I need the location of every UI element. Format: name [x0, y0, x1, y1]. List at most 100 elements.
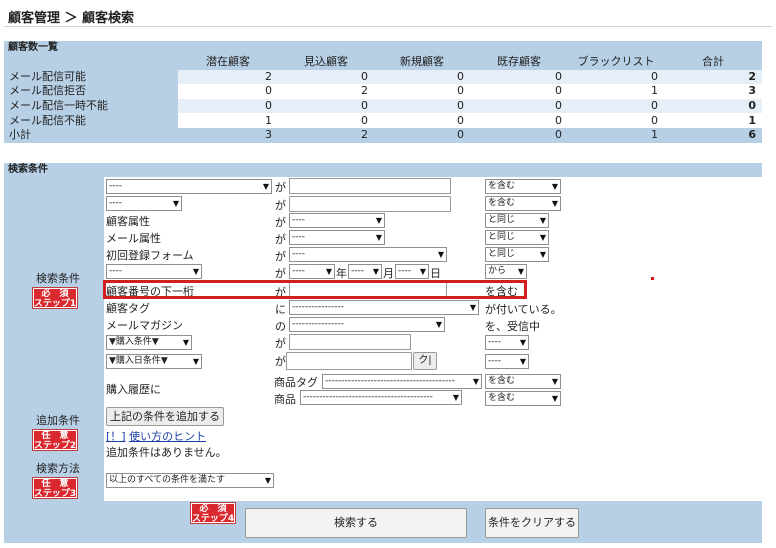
registration-form-select[interactable]: ---- ▼: [289, 247, 447, 262]
field-select-1[interactable]: ---- ▼: [106, 179, 272, 194]
table-row: メール配信一時不能 0 0 0 0 0 0: [4, 98, 762, 114]
search-button[interactable]: 検索する: [245, 508, 467, 538]
calendar-button[interactable]: ク|: [413, 352, 437, 370]
particle-ni: に: [275, 303, 286, 316]
dropdown-arrow-icon: ▼: [539, 233, 546, 242]
dropdown-arrow-icon: ▼: [182, 338, 189, 347]
mail-attribute-label: メール属性: [106, 232, 161, 245]
no-additional-conditions-text: 追加条件はありません。: [106, 446, 227, 459]
table-cell: 0: [568, 98, 664, 114]
table-cell-total: 2: [664, 69, 762, 85]
search-text-input-1[interactable]: [289, 178, 451, 194]
step3-optional-badge: 任 意 ステップ3: [32, 477, 78, 499]
step2-optional-badge: 任 意 ステップ2: [32, 429, 78, 451]
purchase-condition-operator-select[interactable]: ---- ▼: [485, 335, 529, 350]
table-header-row: 潜在顧客 見込顧客 新規顧客 既存顧客 ブラックリスト 合計: [4, 55, 762, 70]
row-label: メール配信可能: [4, 69, 178, 85]
table-cell: 3: [178, 127, 278, 143]
dropdown-arrow-icon: ▼: [551, 394, 558, 403]
product-tag-operator-select[interactable]: を含む ▼: [485, 374, 561, 389]
particle-ga: が: [275, 355, 286, 368]
purchase-date-input[interactable]: [286, 352, 412, 370]
table-cell: 0: [470, 98, 568, 114]
add-conditions-button[interactable]: 上記の条件を追加する: [106, 407, 224, 426]
table-cell: 0: [470, 127, 568, 143]
search-section-title: 検索条件: [4, 163, 762, 177]
particle-ga: が: [275, 250, 286, 263]
mail-magazine-label: メールマガジン: [106, 319, 183, 332]
operator-select-1[interactable]: を含む ▼: [485, 179, 561, 194]
receiving-text: を、受信中: [485, 320, 540, 333]
particle-ga: が: [275, 216, 286, 229]
search-method-select[interactable]: 以上のすべての条件を満たす ▼: [106, 473, 274, 488]
customer-attribute-label: 顧客属性: [106, 215, 150, 228]
purchase-condition-select[interactable]: ▼購入条件▼ ▼: [106, 335, 192, 350]
table-cell: 2: [178, 69, 278, 85]
table-cell: 0: [374, 84, 470, 99]
customer-attribute-operator-select[interactable]: と同じ ▼: [485, 213, 549, 228]
product-label: 商品: [274, 393, 296, 406]
mail-magazine-select[interactable]: ---------------- ▼: [289, 317, 445, 332]
row-label: メール配信一時不能: [4, 98, 178, 114]
dropdown-arrow-icon: ▼: [551, 199, 558, 208]
column-header: 見込顧客: [278, 55, 374, 70]
particle-ga: が: [275, 233, 286, 246]
page-title: 顧客管理 ＞ 顧客検索: [8, 11, 135, 26]
dropdown-arrow-icon: ▼: [539, 216, 546, 225]
step4-required-badge: 必 須 ステップ4: [190, 502, 236, 524]
day-unit: 日: [430, 267, 441, 280]
year-select[interactable]: ---- ▼: [289, 264, 335, 279]
dropdown-arrow-icon: ▼: [192, 357, 199, 366]
red-dot-marker: [651, 277, 654, 280]
product-tag-select[interactable]: ----------------------------------------…: [322, 374, 482, 389]
highlight-box: [103, 280, 527, 299]
table-cell: 0: [568, 69, 664, 85]
product-operator-select[interactable]: を含む ▼: [485, 391, 561, 406]
table-cell: 0: [178, 84, 278, 99]
field-select-2[interactable]: ---- ▼: [106, 196, 182, 211]
registration-form-operator-select[interactable]: と同じ ▼: [485, 247, 549, 262]
table-row: メール配信可能 2 0 0 0 0 2: [4, 69, 762, 85]
conditions-label: 検索条件: [36, 272, 80, 285]
first-registration-form-label: 初回登録フォーム: [106, 249, 194, 262]
column-header: 合計: [664, 55, 762, 70]
table-cell: 0: [470, 84, 568, 99]
dropdown-arrow-icon: ▼: [472, 377, 479, 386]
dropdown-arrow-icon: ▼: [437, 250, 444, 259]
purchase-date-condition-select[interactable]: ▼購入日条件▼ ▼: [106, 354, 202, 369]
summary-section-title: 顧客数一覧: [4, 41, 762, 55]
table-cell: 0: [374, 127, 470, 143]
search-method-label: 検索方法: [36, 462, 80, 475]
dropdown-arrow-icon: ▼: [469, 303, 476, 312]
mail-attribute-operator-select[interactable]: と同じ ▼: [485, 230, 549, 245]
operator-select-2[interactable]: を含む ▼: [485, 196, 561, 211]
row-label: メール配信拒否: [4, 84, 178, 99]
mail-attribute-select[interactable]: ---- ▼: [289, 230, 385, 245]
table-cell: 0: [374, 113, 470, 128]
table-cell-total: 6: [664, 127, 762, 143]
product-select[interactable]: ----------------------------------------…: [300, 390, 462, 405]
purchase-date-operator-select[interactable]: ---- ▼: [485, 354, 529, 369]
table-cell: 0: [278, 69, 374, 85]
usage-hint: [！] 使い方のヒント: [106, 428, 206, 444]
customer-tag-select[interactable]: ---------------- ▼: [289, 300, 479, 315]
purchase-condition-input[interactable]: [289, 334, 411, 350]
table-cell: 0: [278, 113, 374, 128]
search-text-input-2[interactable]: [289, 196, 451, 212]
table-cell-total: 1: [664, 113, 762, 128]
particle-ga: が: [275, 267, 286, 280]
table-cell-total: 0: [664, 98, 762, 114]
clear-conditions-button[interactable]: 条件をクリアする: [485, 508, 579, 538]
table-cell: 0: [568, 113, 664, 128]
date-operator-select[interactable]: から ▼: [485, 264, 527, 279]
dropdown-arrow-icon: ▼: [172, 199, 179, 208]
dropdown-arrow-icon: ▼: [435, 320, 442, 329]
customer-attribute-select[interactable]: ---- ▼: [289, 213, 385, 228]
hint-bracket[interactable]: [！]: [106, 430, 126, 443]
usage-hint-link[interactable]: 使い方のヒント: [129, 430, 206, 443]
month-select[interactable]: ---- ▼: [348, 264, 382, 279]
table-cell: 0: [178, 98, 278, 114]
date-field-select[interactable]: ---- ▼: [106, 264, 202, 279]
dropdown-arrow-icon: ▼: [192, 267, 199, 276]
day-select[interactable]: ---- ▼: [395, 264, 429, 279]
